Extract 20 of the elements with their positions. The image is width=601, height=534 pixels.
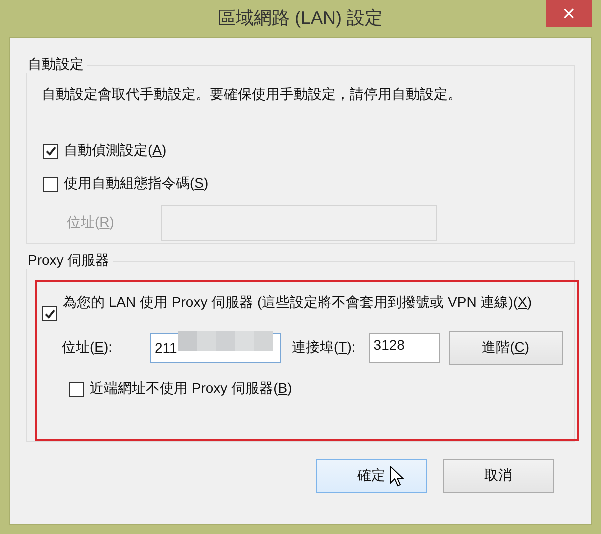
close-button[interactable]: × <box>546 0 592 27</box>
advanced-button[interactable]: 進階(C) <box>448 331 563 365</box>
checkbox[interactable]: 自動偵測設定(A) <box>43 142 574 160</box>
address-field[interactable]: 211 <box>150 333 281 363</box>
window-title: 區域網路 (LAN) 設定 <box>218 6 383 30</box>
cursor-icon <box>390 466 404 488</box>
field-label: 位址(E): <box>62 339 114 357</box>
field-label: 連接埠(T): <box>292 339 356 357</box>
description-text: 自動設定會取代手動設定。要確保使用手動設定，請停用自動設定。 <box>42 86 463 104</box>
group-title: 自動設定 <box>26 55 87 73</box>
port-field[interactable]: 3128 <box>368 333 440 363</box>
ok-button[interactable]: 確定 <box>316 459 427 493</box>
checkbox[interactable]: 近端網址不使用 Proxy 伺服器(B) <box>69 380 577 398</box>
checkbox[interactable]: 為您的 LAN 使用 Proxy 伺服器 (這些設定將不會套用到撥號或 VPN 連線)(X) <box>42 292 542 321</box>
group-title: Proxy 伺服器 <box>26 251 113 269</box>
check-icon <box>44 145 56 157</box>
cancel-button[interactable]: 取消 <box>443 459 554 493</box>
checkbox[interactable]: 使用自動組態指令碼(S) <box>43 175 574 193</box>
field-label: 位址(R) <box>67 214 116 232</box>
check-icon <box>44 308 56 320</box>
